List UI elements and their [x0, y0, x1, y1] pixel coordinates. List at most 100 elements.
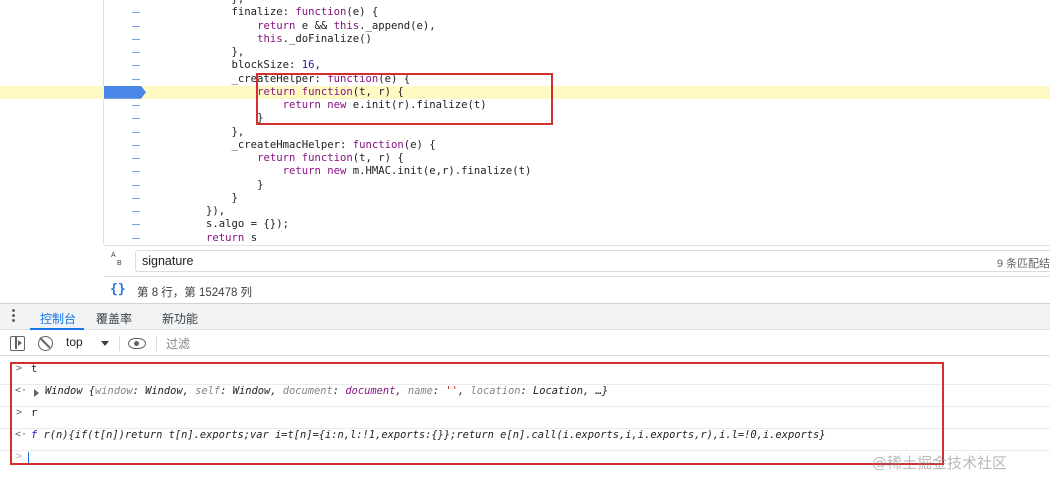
- line-marker[interactable]: [132, 224, 140, 226]
- code-token: (e) {: [346, 6, 379, 19]
- code-line: }: [0, 112, 1050, 125]
- code-line: _createHelper: function(e) {: [0, 73, 1050, 86]
- code-token: (t, r) {: [352, 152, 404, 164]
- code-token: },: [232, 0, 245, 5]
- code-text: }: [155, 179, 263, 192]
- search-bar: A B signature 9 条匹配结: [104, 245, 1050, 275]
- line-marker[interactable]: [132, 131, 140, 133]
- search-input[interactable]: signature: [135, 250, 1050, 272]
- line-marker[interactable]: [132, 65, 140, 67]
- tab-coverage[interactable]: 覆盖率: [96, 310, 132, 327]
- code-token: }),: [206, 205, 226, 217]
- code-token: function: [301, 152, 353, 164]
- chevron-down-icon[interactable]: [101, 341, 109, 346]
- code-token: }: [231, 191, 238, 204]
- line-marker[interactable]: [132, 237, 140, 239]
- console-input-text: t: [31, 363, 38, 375]
- code-token: return: [257, 85, 296, 98]
- code-token: (t, r) {: [352, 85, 404, 98]
- line-marker[interactable]: [132, 105, 140, 106]
- code-line: s.algo = {});: [0, 218, 1050, 231]
- active-tab-indicator: [30, 328, 84, 330]
- console-input-row: > t: [0, 363, 1050, 385]
- code-line: return new e.init(r).finalize(t): [0, 99, 1050, 112]
- tab-whats-new[interactable]: 新功能: [162, 310, 198, 327]
- code-token: e.init(r).finalize(t): [346, 99, 487, 111]
- line-marker[interactable]: [132, 52, 140, 53]
- code-token: s.algo = {});: [206, 218, 289, 231]
- tab-console[interactable]: 控制台: [40, 310, 76, 327]
- code-token: function: [327, 72, 379, 85]
- code-token: ._append(e),: [359, 19, 436, 32]
- code-line: },: [0, 126, 1050, 139]
- line-marker[interactable]: [132, 211, 140, 212]
- output-token: r(n){if(t[n])return t[n].exports;var i=t…: [37, 429, 826, 441]
- line-marker[interactable]: [132, 144, 140, 146]
- code-token: return: [257, 152, 296, 164]
- line-marker[interactable]: [132, 171, 140, 173]
- code-text: },: [155, 125, 245, 139]
- code-token: blockSize:: [231, 59, 302, 72]
- toolbar-divider: [119, 336, 120, 351]
- line-marker[interactable]: [132, 197, 140, 199]
- filter-input[interactable]: [162, 334, 1050, 353]
- code-text: }: [155, 192, 238, 205]
- line-marker[interactable]: [132, 12, 140, 14]
- output-token: ,: [395, 385, 408, 397]
- context-selector[interactable]: top: [66, 335, 83, 352]
- line-marker[interactable]: [132, 78, 140, 80]
- code-text: return s: [155, 232, 257, 245]
- console-output-row[interactable]: <· Window {window: Window, self: Window,…: [0, 385, 1050, 407]
- code-text: return e && this._append(e),: [155, 20, 436, 33]
- console-output-row[interactable]: <· f r(n){if(t[n])return t[n].exports;va…: [0, 429, 1050, 451]
- line-marker[interactable]: [132, 118, 140, 120]
- code-line: }: [0, 192, 1050, 205]
- output-token: self: [195, 385, 221, 397]
- code-token: 16: [301, 59, 315, 72]
- code-line: _createHmacHelper: function(e) {: [0, 139, 1050, 152]
- code-text: _createHelper: function(e) {: [155, 72, 411, 86]
- input-prompt-icon: >: [16, 363, 23, 374]
- code-text: this._doFinalize(): [155, 33, 372, 46]
- live-expression-eye-icon[interactable]: [128, 338, 146, 349]
- code-text: },: [155, 46, 245, 59]
- code-text: return new m.HMAC.init(e,r).finalize(t): [155, 165, 532, 178]
- code-text: return function(t, r) {: [155, 86, 404, 99]
- match-case-icon[interactable]: A B: [111, 252, 129, 270]
- code-token: (e) {: [378, 72, 411, 85]
- code-line: return new m.HMAC.init(e,r).finalize(t): [0, 165, 1050, 178]
- output-token: : Location, …}: [520, 385, 609, 397]
- line-marker[interactable]: [132, 184, 140, 186]
- line-marker[interactable]: [132, 38, 140, 40]
- clear-console-icon[interactable]: [38, 336, 53, 351]
- more-options-icon[interactable]: [12, 309, 16, 324]
- pretty-print-icon[interactable]: {}: [110, 282, 126, 297]
- function-preview[interactable]: f r(n){if(t[n])return t[n].exports;var i…: [31, 429, 825, 441]
- line-marker[interactable]: [132, 158, 140, 159]
- code-line: return s: [0, 232, 1050, 245]
- breakpoint-marker-icon[interactable]: [104, 85, 146, 99]
- code-token: e &&: [295, 19, 334, 32]
- code-token: function: [295, 6, 347, 19]
- line-marker[interactable]: [132, 25, 140, 27]
- code-token: (e) {: [403, 138, 436, 151]
- code-token: },: [231, 46, 245, 58]
- output-token: location: [470, 385, 521, 397]
- code-token: }: [257, 178, 264, 191]
- code-text: blockSize: 16,: [155, 59, 321, 72]
- source-editor[interactable]: }, finalize: function(e) { return e && t…: [0, 0, 1050, 244]
- text-caret: [28, 452, 29, 464]
- code-text: }),: [155, 205, 225, 218]
- code-line: return e && this._append(e),: [0, 20, 1050, 33]
- code-token: new: [327, 165, 347, 178]
- match-count: 9 条匹配结: [996, 258, 1050, 270]
- code-token: }: [257, 112, 264, 125]
- show-sidebar-icon[interactable]: [10, 336, 25, 351]
- expand-triangle-icon[interactable]: [34, 389, 39, 397]
- code-token: _createHelper:: [231, 72, 328, 85]
- window-object-preview[interactable]: Window {window: Window, self: Window, do…: [45, 385, 608, 397]
- input-prompt-icon: >: [16, 407, 23, 418]
- output-token: :: [332, 385, 346, 397]
- code-token: return: [257, 19, 296, 32]
- code-token: },: [231, 125, 245, 138]
